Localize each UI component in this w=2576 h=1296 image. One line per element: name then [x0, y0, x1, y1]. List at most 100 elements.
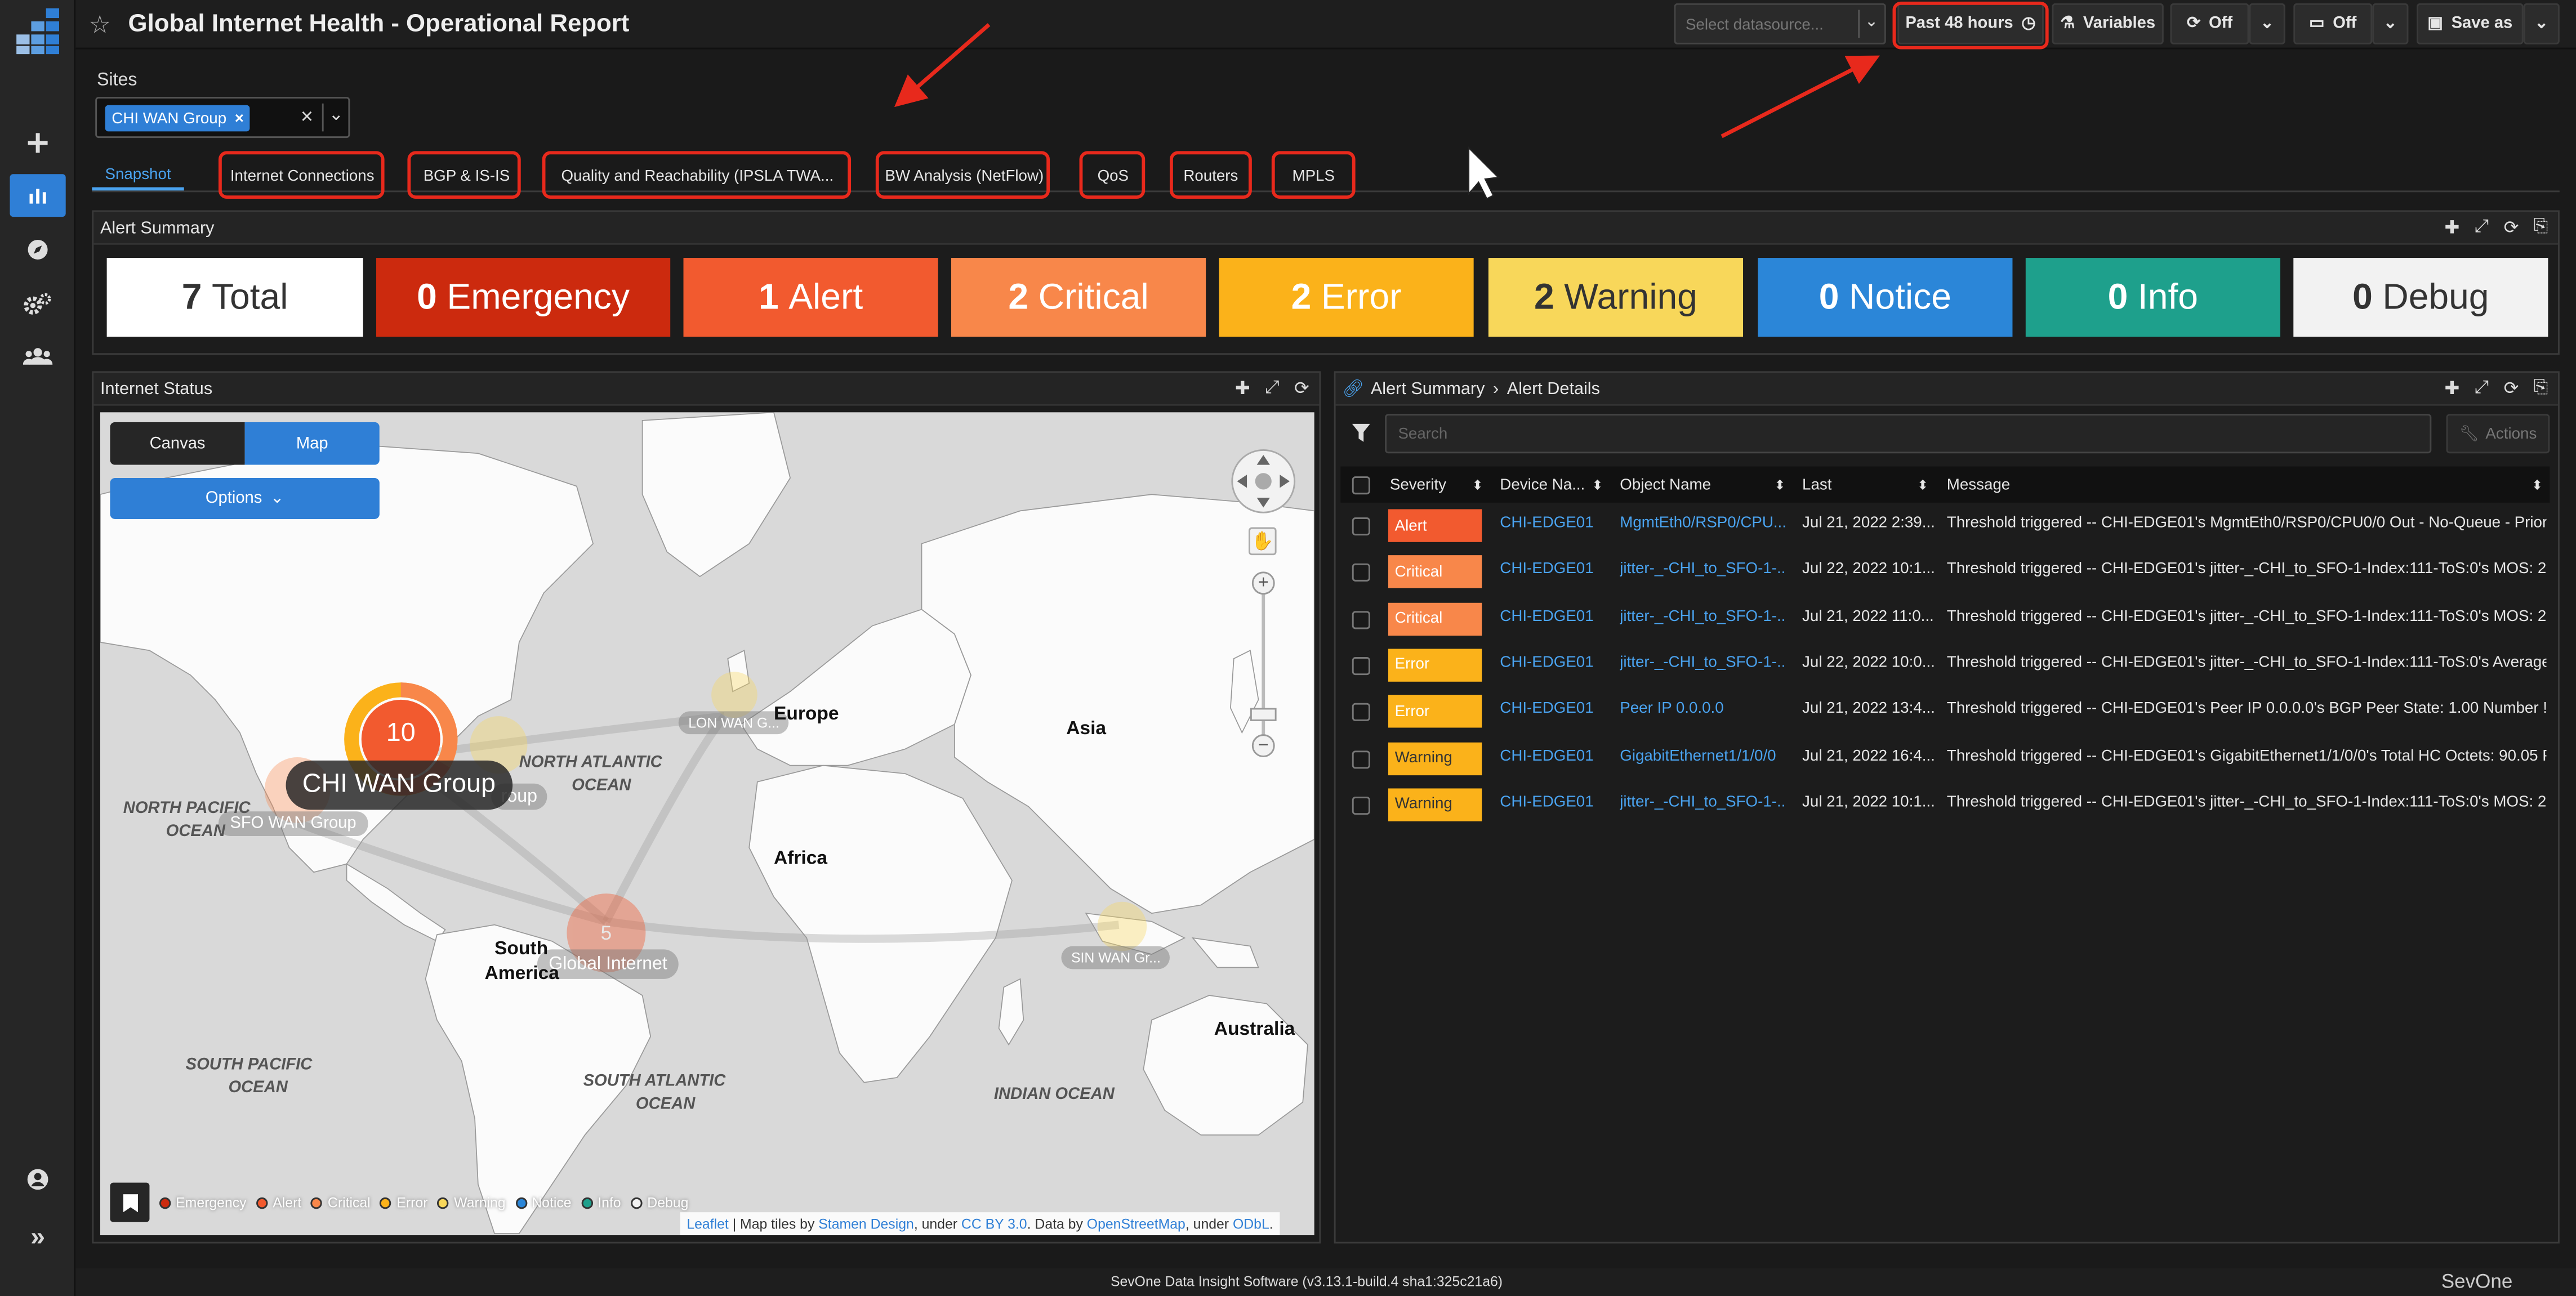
sort-icon[interactable]: ⬍	[1917, 470, 1928, 499]
alert-card-emergency[interactable]: 0 Emergency	[376, 258, 671, 337]
table-row[interactable]: Warning CHI-EDGE01 jitter-_-CHI_to_SFO-1-.…	[1340, 783, 2550, 829]
zoom-slider-handle[interactable]	[1250, 708, 1277, 721]
cell-object[interactable]: jitter-_-CHI_to_SFO-1-...	[1620, 607, 1786, 625]
sevone-logo-icon[interactable]	[13, 8, 63, 62]
table-row[interactable]: Critical CHI-EDGE01 jitter-_-CHI_to_SFO-1-…	[1340, 551, 2550, 597]
attribution-leaflet-link[interactable]: Leaflet	[687, 1215, 728, 1232]
chevron-down-icon[interactable]: ⌄	[1865, 13, 1878, 31]
cell-device[interactable]: CHI-EDGE01	[1500, 561, 1611, 579]
tab-bw-analysis[interactable]: BW Analysis (NetFlow)	[882, 161, 1046, 191]
row-checkbox[interactable]	[1352, 656, 1370, 675]
tab-bgp-is-is[interactable]: BGP & IS-IS	[414, 161, 519, 191]
tab-mpls[interactable]: MPLS	[1277, 161, 1351, 191]
tab-routers[interactable]: Routers	[1175, 161, 1247, 191]
table-row[interactable]: Critical CHI-EDGE01 jitter-_-CHI_to_SFO-1-…	[1340, 597, 2550, 643]
chevron-down-icon[interactable]: ⌄	[328, 104, 344, 125]
alert-card-notice[interactable]: 0 Notice	[1758, 258, 2013, 337]
time-range-button[interactable]: Past 48 hours ◷	[1897, 3, 2044, 44]
clear-icon[interactable]: ×	[301, 104, 313, 128]
refresh-icon[interactable]: ⟳	[1294, 378, 1309, 399]
column-object-name[interactable]: Object Name	[1620, 470, 1711, 499]
save-as-button[interactable]: ▣ Save as	[2417, 3, 2524, 44]
sort-icon[interactable]: ⬍	[1472, 470, 1483, 499]
row-checkbox[interactable]	[1352, 610, 1370, 629]
table-row[interactable]: Error CHI-EDGE01 jitter-_-CHI_to_SFO-1-...…	[1340, 643, 2550, 690]
users-icon[interactable]	[10, 335, 66, 378]
cell-object[interactable]: jitter-_-CHI_to_SFO-1-...	[1620, 654, 1786, 672]
display-mode-dropdown[interactable]: ⌄	[2372, 3, 2409, 44]
row-checkbox[interactable]	[1352, 749, 1370, 768]
search-input[interactable]: Search	[1385, 414, 2432, 454]
alert-card-error[interactable]: 2 Error	[1219, 258, 1474, 337]
tab-internet-connections[interactable]: Internet Connections	[224, 161, 381, 191]
cell-object[interactable]: Peer IP 0.0.0.0	[1620, 700, 1786, 718]
datasource-select[interactable]: Select datasource... ⌄	[1674, 3, 1886, 44]
pan-control[interactable]	[1229, 447, 1298, 516]
expand-icon[interactable]: ⤢	[2475, 378, 2489, 399]
table-row[interactable]: Error CHI-EDGE01 Peer IP 0.0.0.0 Jul 21, 20…	[1340, 690, 2550, 736]
alert-card-alert[interactable]: 1 Alert	[683, 258, 938, 337]
attribution-stamen-link[interactable]: Stamen Design	[818, 1215, 914, 1232]
sort-icon[interactable]: ⬍	[1592, 470, 1603, 499]
column-message[interactable]: Message	[1947, 470, 2010, 499]
cell-device[interactable]: CHI-EDGE01	[1500, 747, 1611, 765]
breadcrumb-root[interactable]: Alert Summary	[1371, 379, 1485, 399]
expand-rail-icon[interactable]: »	[10, 1217, 66, 1260]
auto-refresh-button[interactable]: ⟳ Off	[2170, 3, 2249, 44]
row-checkbox[interactable]	[1352, 796, 1370, 815]
save-as-dropdown[interactable]: ⌄	[2523, 3, 2560, 44]
export-icon[interactable]: ⎘	[2534, 217, 2548, 238]
column-device-name[interactable]: Device Na...	[1500, 470, 1585, 499]
alert-card-critical[interactable]: 2 Critical	[951, 258, 1206, 337]
refresh-icon[interactable]: ⟳	[2504, 378, 2519, 399]
column-severity[interactable]: Severity	[1390, 470, 1446, 499]
attribution-osm-link[interactable]: OpenStreetMap	[1087, 1215, 1186, 1232]
zoom-in-icon[interactable]: +	[1251, 571, 1275, 595]
variables-button[interactable]: ⚗ Variables	[2052, 3, 2164, 44]
row-checkbox[interactable]	[1352, 564, 1370, 582]
attribution-ccby-link[interactable]: CC BY 3.0	[961, 1215, 1027, 1232]
select-all-checkbox[interactable]	[1352, 476, 1370, 495]
attribution-odbl-link[interactable]: ODbL	[1233, 1215, 1269, 1232]
expand-icon[interactable]: ⤢	[1265, 378, 1280, 399]
account-icon[interactable]	[10, 1158, 66, 1201]
sin-marker[interactable]	[1097, 901, 1147, 951]
cell-device[interactable]: CHI-EDGE01	[1500, 700, 1611, 718]
column-last[interactable]: Last	[1802, 470, 1831, 499]
sort-icon[interactable]: ⬍	[1774, 470, 1785, 499]
alert-card-total[interactable]: 7 Total	[106, 258, 363, 337]
map-toggle-button[interactable]: Map	[244, 422, 380, 465]
row-checkbox[interactable]	[1352, 703, 1370, 722]
compass-icon[interactable]	[10, 229, 66, 271]
alert-card-debug[interactable]: 0 Debug	[2293, 258, 2548, 337]
alert-card-info[interactable]: 0 Info	[2025, 258, 2280, 337]
actions-button[interactable]: 🔧︎ Actions	[2446, 414, 2550, 454]
settings-gears-icon[interactable]	[10, 283, 66, 325]
options-button[interactable]: Options ⌄	[110, 478, 380, 519]
refresh-icon[interactable]: ⟳	[2504, 217, 2519, 238]
add-widget-icon[interactable]: ✚	[2444, 217, 2459, 238]
world-map[interactable]: LON WAN G... SFO WAN Group roup 5 Global…	[100, 412, 1314, 1236]
hand-pan-icon[interactable]: ✋	[1248, 527, 1277, 556]
add-widget-icon[interactable]: ✚	[2444, 378, 2459, 399]
cell-object[interactable]: GigabitEthernet1/1/0/0	[1620, 747, 1786, 765]
reports-chart-icon[interactable]	[10, 174, 66, 217]
cell-device[interactable]: CHI-EDGE01	[1500, 514, 1611, 532]
canvas-toggle-button[interactable]: Canvas	[110, 422, 245, 465]
cell-device[interactable]: CHI-EDGE01	[1500, 654, 1611, 672]
display-mode-button[interactable]: ▭ Off	[2293, 3, 2373, 44]
tab-quality-reachability[interactable]: Quality and Reachability (IPSLA TWA...	[547, 161, 848, 191]
zoom-out-icon[interactable]: −	[1251, 734, 1275, 758]
add-widget-icon[interactable]: ✚	[1235, 378, 1250, 399]
export-icon[interactable]: ⎘	[2534, 378, 2548, 399]
cell-object[interactable]: jitter-_-CHI_to_SFO-1-...	[1620, 561, 1786, 579]
table-row[interactable]: Alert CHI-EDGE01 MgmtEth0/RSP0/CPU... Jul 2…	[1340, 504, 2550, 551]
filter-icon[interactable]	[1352, 423, 1370, 442]
bookmark-button[interactable]	[110, 1182, 150, 1222]
cell-device[interactable]: CHI-EDGE01	[1500, 607, 1611, 625]
alert-card-warning[interactable]: 2 Warning	[1488, 258, 1744, 337]
row-checkbox[interactable]	[1352, 517, 1370, 536]
chip-remove-icon[interactable]: ×	[235, 109, 244, 127]
sort-icon[interactable]: ⬍	[2532, 470, 2543, 499]
sites-select[interactable]: CHI WAN Group × × ⌄	[95, 97, 350, 138]
